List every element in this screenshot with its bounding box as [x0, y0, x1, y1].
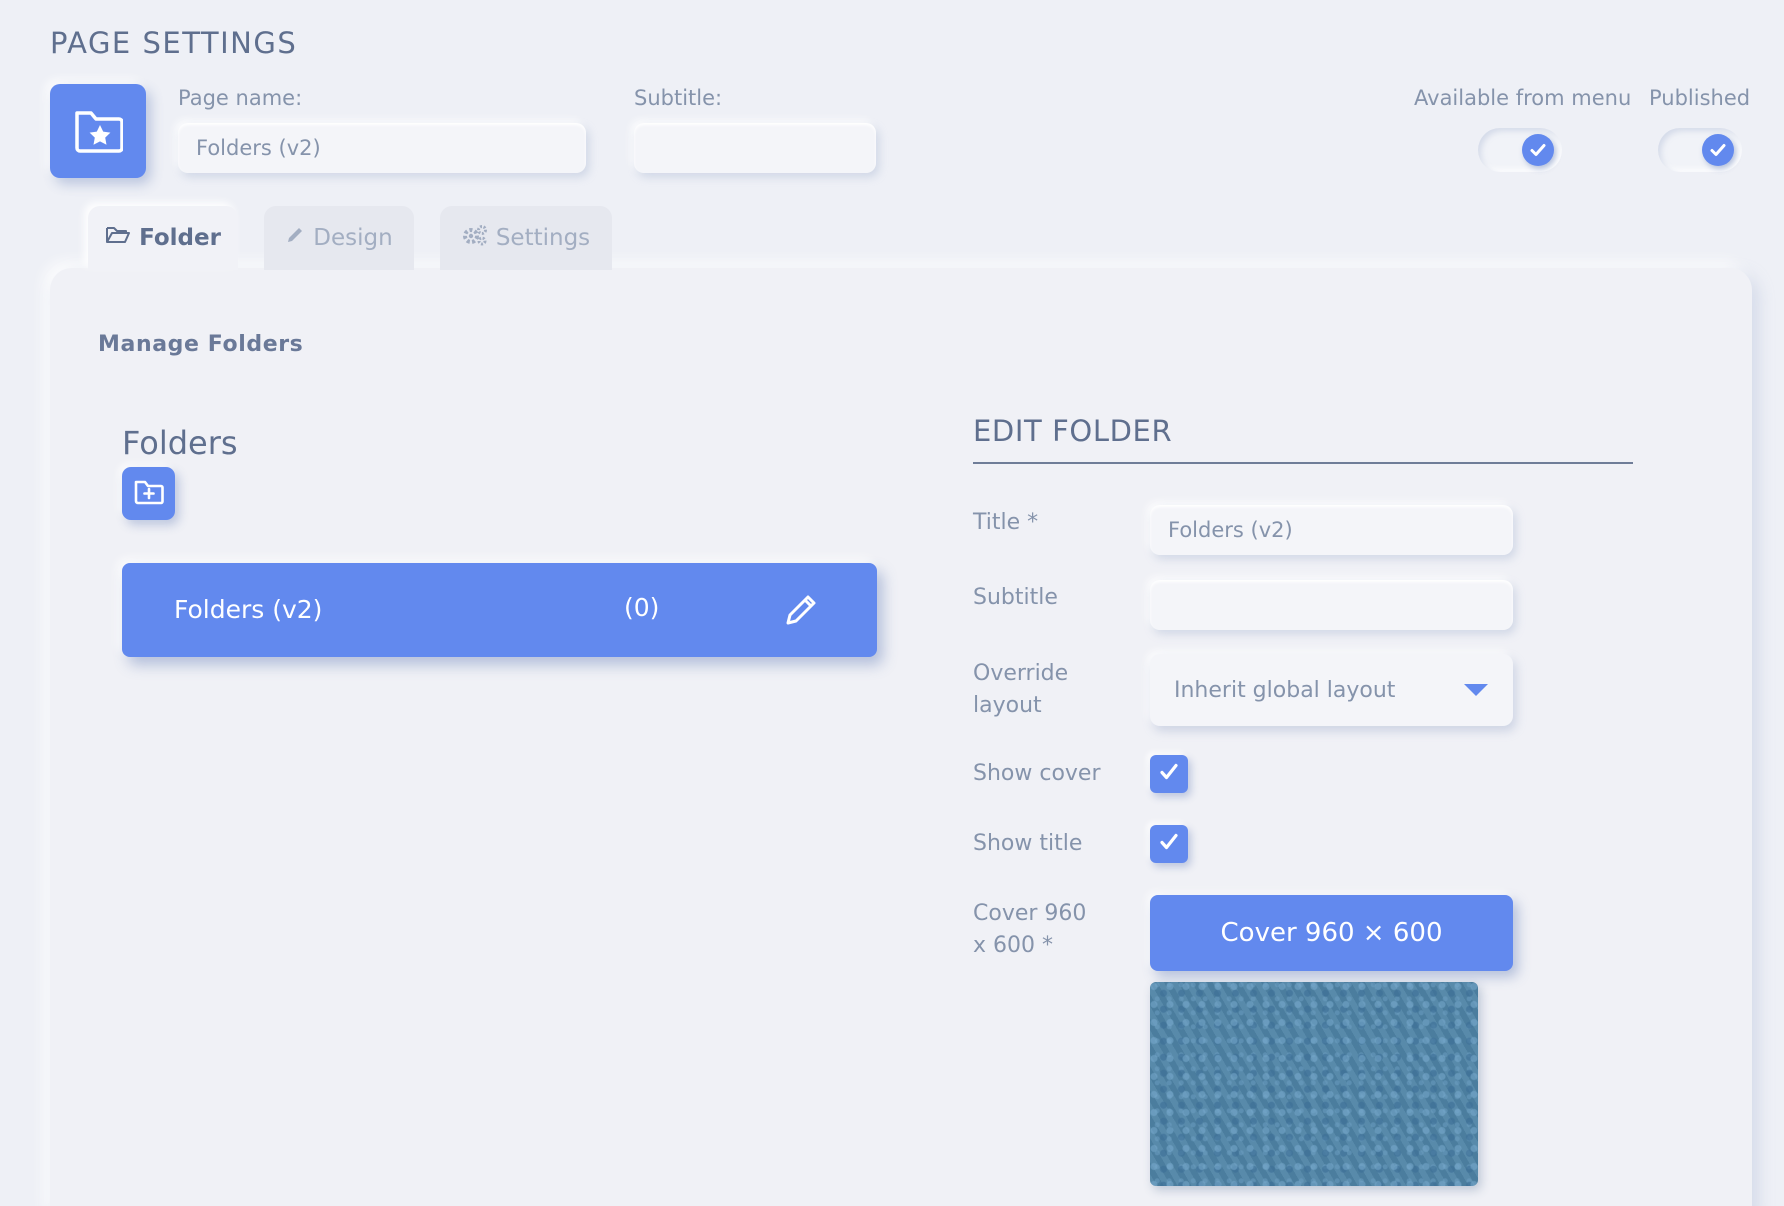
- folder-open-icon: [105, 225, 131, 251]
- cover-size-label-line1: Cover 960: [973, 901, 1087, 926]
- page-name-input[interactable]: [178, 123, 586, 173]
- page-title: PAGE SETTINGS: [50, 26, 298, 60]
- show-title-label: Show title: [973, 831, 1083, 856]
- subtitle-label: Subtitle:: [634, 86, 723, 110]
- folder-subtitle-label: Subtitle: [973, 585, 1058, 610]
- tab-settings-label: Settings: [495, 225, 591, 251]
- folder-title-input[interactable]: [1150, 505, 1513, 555]
- folder-name: Folders (v2): [174, 595, 323, 624]
- override-layout-select[interactable]: Inherit global layout: [1150, 654, 1513, 726]
- folders-heading: Folders: [122, 424, 238, 462]
- settings-panel: [50, 268, 1752, 1206]
- edit-folder-heading: EDIT FOLDER: [973, 414, 1173, 448]
- pencil-icon: [285, 225, 305, 251]
- tab-folder[interactable]: Folder: [88, 206, 238, 270]
- add-folder-button[interactable]: [122, 467, 175, 520]
- override-layout-label: Override layout: [973, 658, 1068, 722]
- edit-folder-divider: [973, 462, 1633, 464]
- tab-settings[interactable]: Settings: [440, 206, 612, 270]
- override-layout-label-line2: layout: [973, 693, 1042, 718]
- show-cover-checkbox[interactable]: [1150, 755, 1188, 793]
- cover-upload-button[interactable]: Cover 960 × 600: [1150, 895, 1513, 971]
- tab-design[interactable]: Design: [264, 206, 414, 270]
- published-label: Published: [1649, 86, 1751, 110]
- show-title-checkbox[interactable]: [1150, 825, 1188, 863]
- page-folder-star-icon: [50, 84, 146, 178]
- subtitle-input[interactable]: [634, 123, 876, 173]
- show-cover-label: Show cover: [973, 761, 1101, 786]
- check-icon: [1702, 134, 1734, 166]
- tab-folder-label: Folder: [139, 225, 221, 251]
- title-label: Title *: [973, 510, 1039, 535]
- override-layout-label-line1: Override: [973, 661, 1069, 686]
- published-toggle[interactable]: [1658, 128, 1742, 172]
- folder-list-item[interactable]: Folders (v2) (0): [122, 563, 877, 657]
- tab-design-label: Design: [313, 225, 393, 251]
- check-icon: [1158, 831, 1180, 857]
- available-from-menu-label: Available from menu: [1414, 86, 1632, 110]
- folder-count: (0): [624, 593, 660, 622]
- page-name-label: Page name:: [178, 86, 303, 110]
- manage-folders-title: Manage Folders: [98, 332, 304, 357]
- override-layout-value: Inherit global layout: [1174, 677, 1396, 703]
- edit-folder-pencil-icon[interactable]: [782, 591, 820, 633]
- cover-image-preview: [1150, 982, 1478, 1186]
- check-icon: [1522, 134, 1554, 166]
- folder-plus-icon: [133, 478, 165, 510]
- check-icon: [1158, 761, 1180, 787]
- available-from-menu-toggle[interactable]: [1478, 128, 1562, 172]
- cover-size-label-line2: x 600 *: [973, 933, 1053, 958]
- caret-down-icon: [1463, 678, 1489, 703]
- folder-subtitle-input[interactable]: [1150, 580, 1513, 630]
- gears-icon: [462, 224, 488, 252]
- cover-size-label: Cover 960 x 600 *: [973, 898, 1086, 962]
